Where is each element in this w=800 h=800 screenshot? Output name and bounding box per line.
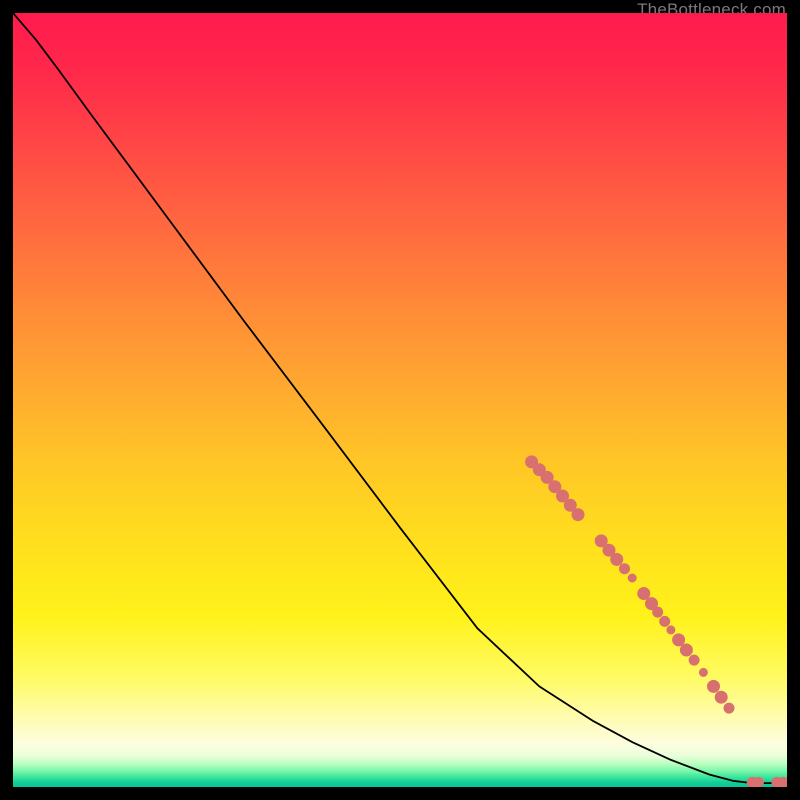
curve-line [13,13,787,783]
chart-svg [13,13,787,787]
curve-marker [653,607,663,617]
curve-marker [620,564,630,574]
curve-marker [572,509,584,521]
curve-marker [628,574,636,582]
curve-marker [667,626,675,634]
curve-marker [680,644,692,656]
chart-frame: TheBottleneck.com [0,0,800,800]
curve-marker [708,680,720,692]
curve-markers [526,456,787,787]
curve-marker [638,588,650,600]
curve-marker [689,655,699,665]
plot-area [13,13,787,787]
curve-marker [660,616,670,626]
curve-marker [611,553,623,565]
curve-marker [778,777,787,787]
curve-marker [715,691,727,703]
curve-marker [699,668,707,676]
curve-marker [753,777,763,787]
curve-marker [673,634,685,646]
curve-marker [724,703,734,713]
